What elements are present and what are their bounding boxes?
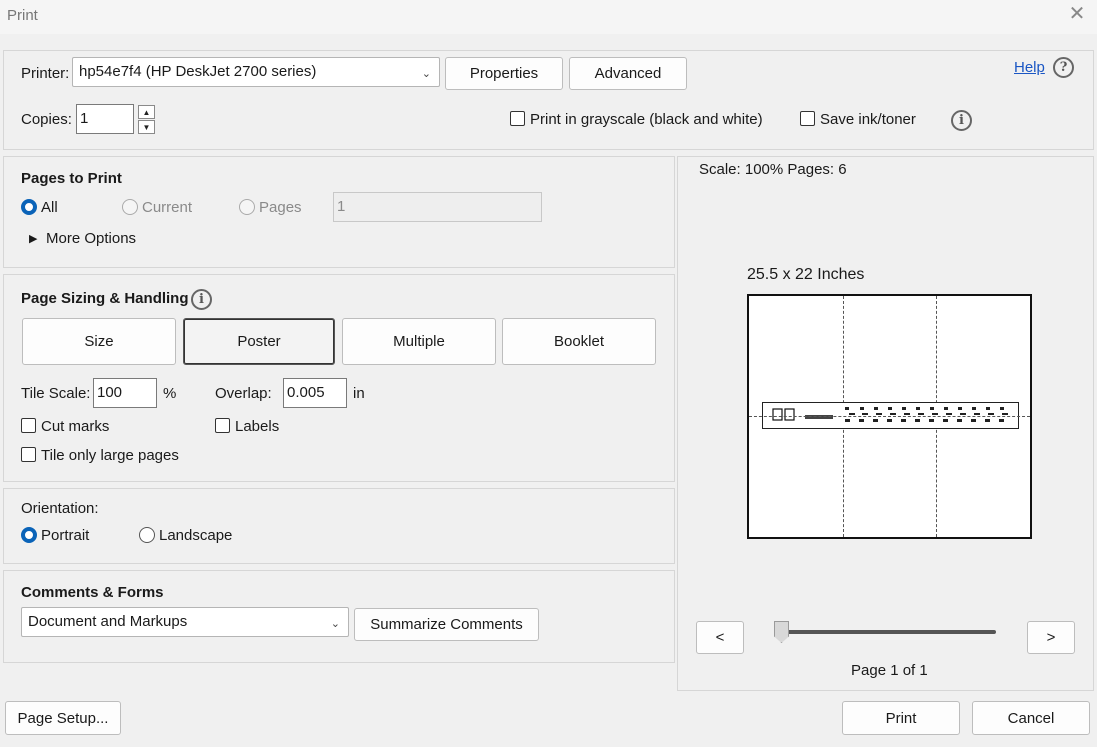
copies-decrement-button[interactable]: ▼ <box>138 120 155 134</box>
summarize-comments-button[interactable]: Summarize Comments <box>354 608 539 641</box>
info-circle-icon[interactable]: i <box>951 110 972 131</box>
all-pages-radio[interactable] <box>21 199 37 215</box>
preview-scale-text: Scale: 100% Pages: 6 <box>699 161 847 178</box>
tab-poster[interactable]: Poster <box>183 318 335 365</box>
page-sizing-title: Page Sizing & Handling <box>21 290 189 307</box>
labels-label: Labels <box>235 418 280 435</box>
printer-select-value: hp54e7f4 (HP DeskJet 2700 series) <box>79 63 317 80</box>
tile-scale-unit: % <box>163 385 177 402</box>
info-circle-icon[interactable]: i <box>191 289 212 310</box>
page-range-label: Pages <box>259 199 302 216</box>
comments-select-value: Document and Markups <box>28 613 188 630</box>
overlap-input[interactable]: 0.005 <box>283 378 347 408</box>
comments-title: Comments & Forms <box>21 584 164 601</box>
save-ink-label: Save ink/toner <box>820 111 916 128</box>
tile-large-pages-checkbox[interactable] <box>21 447 36 462</box>
question-circle-icon[interactable]: ? <box>1053 57 1074 78</box>
previous-page-button[interactable]: < <box>696 621 744 654</box>
all-pages-label: All <box>41 199 58 216</box>
grayscale-checkbox[interactable] <box>510 111 525 126</box>
grayscale-label: Print in grayscale (black and white) <box>530 111 763 128</box>
tab-size[interactable]: Size <box>22 318 176 365</box>
page-range-radio[interactable] <box>239 199 255 215</box>
current-page-label: Current <box>142 199 193 216</box>
next-page-button[interactable]: > <box>1027 621 1075 654</box>
copies-label: Copies: <box>21 111 72 128</box>
overlap-unit: in <box>353 385 365 402</box>
more-options-toggle[interactable]: More Options <box>46 230 136 247</box>
cut-marks-checkbox[interactable] <box>21 418 36 433</box>
portrait-label: Portrait <box>41 527 90 544</box>
preview-page <box>747 294 1032 539</box>
page-indicator: Page 1 of 1 <box>851 662 928 679</box>
save-ink-checkbox[interactable] <box>800 111 815 126</box>
tab-multiple[interactable]: Multiple <box>342 318 496 365</box>
triangle-right-icon[interactable]: ▶ <box>29 232 37 245</box>
labels-checkbox[interactable] <box>215 418 230 433</box>
advanced-button[interactable]: Advanced <box>569 57 687 90</box>
landscape-radio[interactable] <box>139 527 155 543</box>
printer-label: Printer: <box>21 65 70 82</box>
print-button[interactable]: Print <box>842 701 960 735</box>
title-bar <box>0 0 1097 34</box>
cancel-button[interactable]: Cancel <box>972 701 1090 735</box>
orientation-title: Orientation: <box>21 500 99 517</box>
close-icon[interactable]: ✕ <box>1067 4 1087 24</box>
chevron-down-icon: ⌄ <box>421 68 431 80</box>
tile-scale-label: Tile Scale: <box>21 385 91 402</box>
tile-scale-input[interactable]: 100 <box>93 378 157 408</box>
copies-input[interactable]: 1 <box>76 104 134 134</box>
tab-booklet[interactable]: Booklet <box>502 318 656 365</box>
portrait-radio[interactable] <box>21 527 37 543</box>
help-link[interactable]: Help <box>1014 59 1045 76</box>
tile-divider <box>749 416 1030 417</box>
chevron-down-icon: ⌄ <box>330 618 340 630</box>
copies-increment-button[interactable]: ▲ <box>138 105 155 119</box>
tile-large-pages-label: Tile only large pages <box>41 447 179 464</box>
orientation-panel <box>3 488 675 564</box>
properties-button[interactable]: Properties <box>445 57 563 90</box>
page-slider-track[interactable] <box>776 630 996 634</box>
pages-to-print-title: Pages to Print <box>21 170 122 187</box>
comments-select[interactable]: Document and Markups ⌄ <box>21 607 349 637</box>
preview-size-text: 25.5 x 22 Inches <box>747 266 865 283</box>
printer-select[interactable]: hp54e7f4 (HP DeskJet 2700 series) ⌄ <box>72 57 440 87</box>
overlap-label: Overlap: <box>215 385 272 402</box>
cut-marks-label: Cut marks <box>41 418 110 435</box>
page-setup-button[interactable]: Page Setup... <box>5 701 121 735</box>
current-page-radio[interactable] <box>122 199 138 215</box>
page-range-input[interactable]: 1 <box>333 192 542 222</box>
window-title: Print <box>7 7 38 24</box>
landscape-label: Landscape <box>159 527 233 544</box>
